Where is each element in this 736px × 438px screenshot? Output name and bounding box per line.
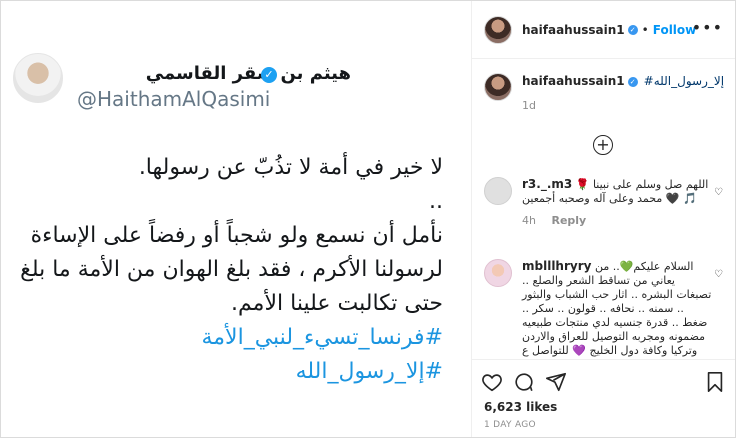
comment-avatar[interactable] xyxy=(484,259,512,287)
bookmark-icon[interactable] xyxy=(703,370,727,394)
tweet-line: لا خير في أمة لا تذُبّ عن رسولها. xyxy=(138,155,443,180)
comments-section: haifaahussain1 ✓ #إلا_رسول_الله 1d + r3._.… xyxy=(472,59,735,359)
tweet-line: لرسولنا الأكرم ، فقد بلغ الهوان من الأمة… xyxy=(20,257,443,282)
comment-username[interactable]: mblllhryry xyxy=(522,259,591,273)
tweet-verified-icon: ✓ xyxy=(261,67,277,83)
caption-hashtag[interactable]: #إلا_رسول_الله xyxy=(644,74,724,88)
post-time-ago[interactable]: 1 DAY AGO xyxy=(484,420,536,430)
post-header: haifaahussain1 ✓ • Follow ••• xyxy=(472,1,735,59)
more-options-icon[interactable]: ••• xyxy=(692,20,723,36)
instagram-post: هيثم بن صقر القاسمي ✓ @HaithamAlQasimi ل… xyxy=(0,0,736,438)
tweet-body: لا خير في أمة لا تذُبّ عن رسولها. .. نأم… xyxy=(13,151,443,389)
header-username[interactable]: haifaahussain1 xyxy=(522,23,625,37)
heart-icon[interactable] xyxy=(480,370,504,394)
tweet-author-avatar xyxy=(13,53,63,103)
caption-time[interactable]: 1d xyxy=(522,99,724,112)
caption-avatar[interactable] xyxy=(484,73,512,101)
tweet-hashtag: #إلا_رسول_الله xyxy=(295,359,443,384)
tweet-line: حتى تكالبت علينا الأمم. xyxy=(231,291,443,316)
tweet-hashtag: #فرنسا_تسيء_لنبي_الأمة xyxy=(201,325,443,350)
comment-time[interactable]: 4h xyxy=(522,214,536,227)
tweet-handle: @HaithamAlQasimi xyxy=(77,87,271,111)
comment: r3._.m3 اللهم صل وسلم على نبينا 🌹 محمد و… xyxy=(484,177,712,228)
comment-like-icon[interactable]: ♡ xyxy=(714,269,723,280)
post-actions: 6,623 likes 1 DAY AGO xyxy=(472,359,735,437)
avatar[interactable] xyxy=(484,15,512,44)
share-icon[interactable] xyxy=(544,370,568,394)
caption: haifaahussain1 ✓ #إلا_رسول_الله 1d xyxy=(484,73,724,112)
post-sidebar: haifaahussain1 ✓ • Follow ••• haifaahuss… xyxy=(472,1,735,437)
reply-button[interactable]: Reply xyxy=(551,214,586,227)
comment-avatar[interactable] xyxy=(484,177,512,205)
post-image[interactable]: هيثم بن صقر القاسمي ✓ @HaithamAlQasimi ل… xyxy=(1,1,472,437)
tweet-line: .. xyxy=(429,189,443,214)
comment: mblllhryry السلام عليكم💚.. من يعاني من ت… xyxy=(484,259,712,359)
follow-button[interactable]: Follow xyxy=(653,23,697,37)
verified-icon: ✓ xyxy=(627,77,638,87)
separator-dot: • xyxy=(641,22,649,37)
likes-count[interactable]: 6,623 likes xyxy=(484,400,557,414)
comment-icon[interactable] xyxy=(512,370,536,394)
caption-username[interactable]: haifaahussain1 xyxy=(522,74,625,88)
comment-text: السلام عليكم💚.. من يعاني من تساقط الشعر … xyxy=(522,260,712,359)
comment-like-icon[interactable]: ♡ xyxy=(714,187,723,198)
tweet-line: نأمل أن نسمع ولو شجباً أو رفضاً على الإس… xyxy=(30,223,443,248)
verified-icon: ✓ xyxy=(627,24,638,35)
comment-username[interactable]: r3._.m3 xyxy=(522,177,572,191)
load-more-comments-icon[interactable]: + xyxy=(593,135,613,155)
tweet-display-name: هيثم بن صقر القاسمي xyxy=(145,63,351,84)
